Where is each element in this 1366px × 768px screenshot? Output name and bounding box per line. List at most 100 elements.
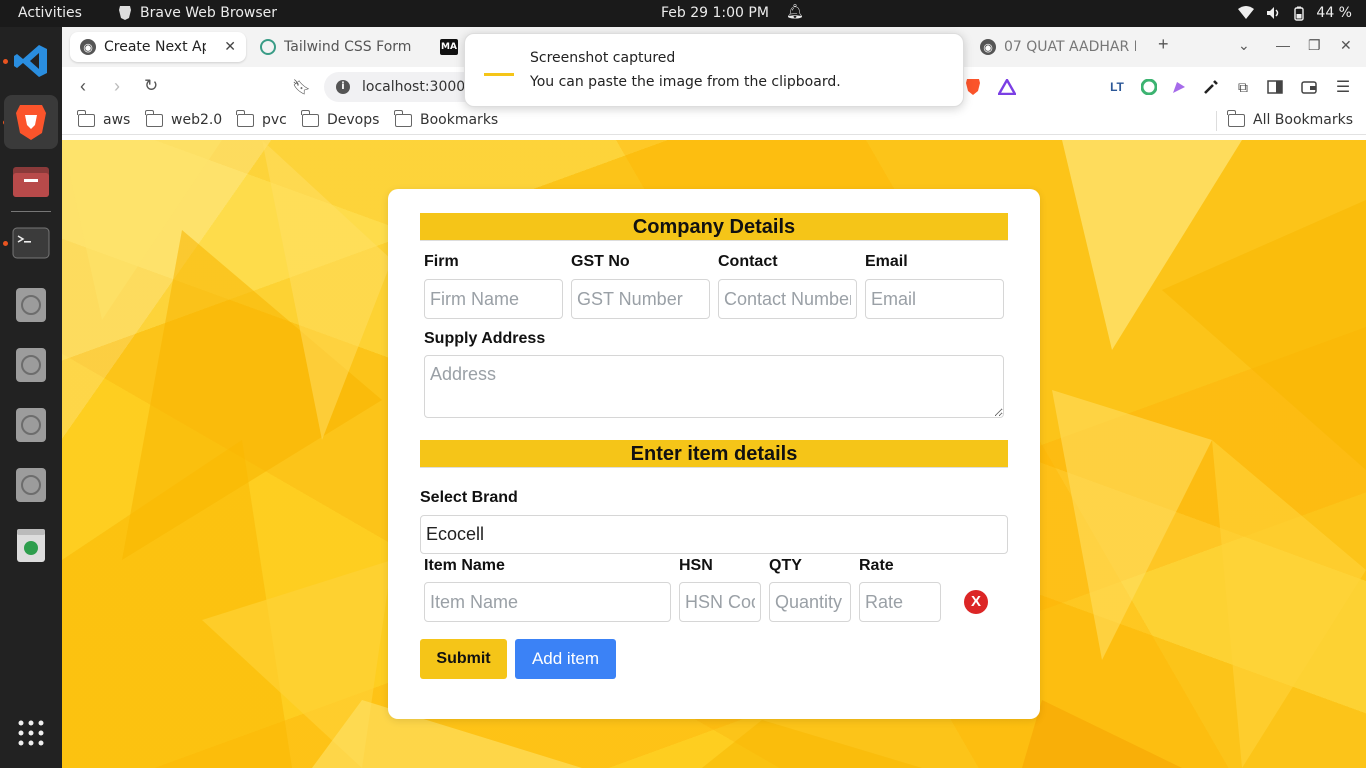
bookmark-label: Bookmarks <box>420 112 499 128</box>
submit-button[interactable]: Submit <box>420 639 507 679</box>
address-textarea[interactable] <box>424 355 1004 418</box>
minimize-button[interactable]: — <box>1276 37 1290 53</box>
dock <box>0 27 62 768</box>
rate-input[interactable] <box>859 582 941 622</box>
disc-drive-launcher[interactable] <box>11 405 51 445</box>
tab-aadhar[interactable]: ◉ 07 QUAT AADHAR II <box>970 32 1146 62</box>
files-launcher[interactable] <box>11 161 51 201</box>
tab-create-next-app[interactable]: ◉ Create Next App ✕ <box>70 32 246 62</box>
system-tray[interactable]: 44 % <box>1238 5 1352 21</box>
tab-list-chevron-icon[interactable]: ⌄ <box>1238 37 1250 54</box>
disc-drive-launcher[interactable] <box>11 345 51 385</box>
site-info-icon[interactable]: i <box>336 80 350 94</box>
activities-button[interactable]: Activities <box>18 5 82 21</box>
item-details-heading: Enter item details <box>420 440 1008 468</box>
maximize-button[interactable]: ❐ <box>1308 37 1321 54</box>
system-top-bar: Activities Brave Web Browser Feb 29 1:00… <box>0 0 1366 27</box>
brave-rewards-icon[interactable] <box>998 78 1016 96</box>
bookmark-folder-web2[interactable]: web2.0 <box>145 109 223 128</box>
bookmark-label: pvc <box>262 112 287 128</box>
rate-label: Rate <box>859 557 894 574</box>
dock-separator <box>11 211 51 212</box>
lambdatest-extension-icon[interactable]: LT <box>1108 78 1126 96</box>
folder-icon <box>77 109 95 127</box>
eyedropper-extension-icon[interactable] <box>1202 78 1220 96</box>
company-details-heading: Company Details <box>420 213 1008 241</box>
email-label: Email <box>865 253 908 270</box>
notification-body: You can paste the image from the clipboa… <box>530 74 841 90</box>
brave-shields-icon[interactable] <box>964 78 982 96</box>
bookmark-folder-devops[interactable]: Devops <box>301 109 380 128</box>
wifi-icon <box>1238 6 1255 19</box>
pen-extension-icon[interactable] <box>1170 78 1188 96</box>
disc-icon <box>16 408 46 442</box>
forward-button[interactable]: › <box>114 76 120 97</box>
quantity-input[interactable] <box>769 582 851 622</box>
bookmark-page-icon[interactable]: 🔖︎ <box>292 78 311 96</box>
gst-input[interactable] <box>571 279 710 319</box>
contact-input[interactable] <box>718 279 857 319</box>
all-bookmarks-folder[interactable]: All Bookmarks <box>1227 109 1353 128</box>
add-item-button[interactable]: Add item <box>515 639 616 679</box>
terminal-icon <box>12 227 50 259</box>
hsn-input[interactable] <box>679 582 761 622</box>
item-name-label: Item Name <box>424 557 505 574</box>
url-text: localhost:3000/ <box>362 79 470 95</box>
tab-label: 07 QUAT AADHAR II <box>1004 39 1136 55</box>
bookmark-folder-pvc[interactable]: pvc <box>236 109 287 128</box>
folder-icon <box>145 109 163 127</box>
hsn-label: HSN <box>679 557 713 574</box>
show-apps-button[interactable] <box>11 713 51 753</box>
clock[interactable]: Feb 29 1:00 PM <box>661 5 769 21</box>
tab-tailwind-form[interactable]: Tailwind CSS Form C <box>250 32 422 62</box>
supply-address-label: Supply Address <box>424 330 546 347</box>
close-window-button[interactable]: ✕ <box>1340 37 1352 54</box>
email-input[interactable] <box>865 279 1004 319</box>
wallet-icon[interactable] <box>1300 78 1318 96</box>
globe-icon: ◉ <box>80 39 96 55</box>
app-grid-icon <box>18 720 44 746</box>
menu-hamburger-icon[interactable]: ☰ <box>1334 78 1352 96</box>
bookmark-folder-bookmarks[interactable]: Bookmarks <box>394 109 499 128</box>
disc-drive-launcher[interactable] <box>11 465 51 505</box>
tab-ma[interactable]: MA <box>430 32 466 62</box>
files-folder-icon <box>13 167 49 197</box>
app-menu[interactable]: Brave Web Browser <box>118 5 277 21</box>
notification-bell-icon: 🔔︎ <box>786 4 804 20</box>
disc-drive-launcher[interactable] <box>11 285 51 325</box>
color-extension-icon[interactable] <box>1140 78 1158 96</box>
gst-label: GST No <box>571 253 630 270</box>
trash-launcher[interactable] <box>11 525 51 565</box>
screenshot-thumbnail <box>482 58 516 78</box>
firm-label: Firm <box>424 253 459 270</box>
item-name-input[interactable] <box>424 582 671 622</box>
qty-label: QTY <box>769 557 802 574</box>
brand-select[interactable]: Ecocell <box>420 515 1008 554</box>
disc-icon <box>16 348 46 382</box>
running-indicator <box>3 59 8 64</box>
new-tab-button[interactable]: + <box>1158 34 1169 55</box>
sidebar-toggle-icon[interactable] <box>1266 78 1284 96</box>
bookmark-label: web2.0 <box>171 112 223 128</box>
back-button[interactable]: ‹ <box>80 76 86 97</box>
reload-button[interactable]: ↻ <box>144 76 158 96</box>
page-background: Company Details Firm GST No Contact Emai… <box>62 140 1366 768</box>
tab-label: Tailwind CSS Form C <box>284 39 412 55</box>
remove-item-button[interactable]: X <box>964 590 988 614</box>
browser-window: ◉ Create Next App ✕ Tailwind CSS Form C … <box>62 27 1366 768</box>
disc-icon <box>16 468 46 502</box>
bookmark-folder-aws[interactable]: aws <box>77 109 130 128</box>
brave-launcher[interactable] <box>4 95 58 149</box>
terminal-launcher[interactable] <box>11 223 51 263</box>
extensions-puzzle-icon[interactable]: ⧉ <box>1234 78 1252 96</box>
screenshot-notification[interactable]: Screenshot captured You can paste the im… <box>464 33 964 107</box>
folder-icon <box>1227 109 1245 127</box>
vscode-icon <box>14 45 47 77</box>
vscode-launcher[interactable] <box>11 41 51 81</box>
brave-icon <box>16 105 46 140</box>
bookmarks-bar: aws web2.0 pvc Devops Bookmarks All Book… <box>62 107 1366 135</box>
bookmark-label: Devops <box>327 112 380 128</box>
firm-input[interactable] <box>424 279 563 319</box>
select-brand-label: Select Brand <box>420 489 518 506</box>
close-tab-icon[interactable]: ✕ <box>224 39 236 55</box>
